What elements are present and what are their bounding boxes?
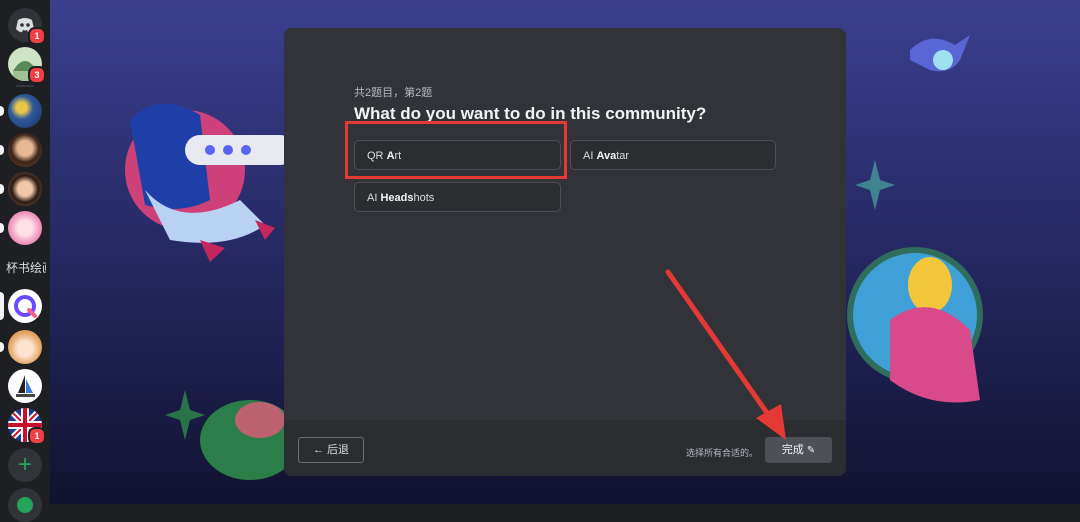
speech-bubble (185, 135, 295, 165)
option-qr-art[interactable]: QR Art (354, 140, 561, 170)
option-text-suffix: rt (394, 150, 402, 162)
explore-servers-button[interactable] (8, 488, 42, 522)
unread-pill (0, 106, 4, 116)
option-text-prefix: AI (367, 192, 381, 204)
option-text-suffix: tar (616, 150, 630, 162)
selection-hint: 选择所有合适的。 (686, 448, 759, 458)
server-icon-person-2[interactable] (0, 172, 42, 206)
unread-pill (0, 342, 4, 352)
server-text-label[interactable]: 杯书绘画 (6, 259, 46, 277)
option-text-bold: Heads (380, 192, 414, 204)
unread-pill (0, 184, 4, 194)
plus-icon: + (17, 451, 32, 478)
notification-badge: 3 (28, 66, 46, 84)
option-text-bold: Ava (596, 150, 617, 162)
option-ai-avatar[interactable]: AI Avatar (570, 140, 776, 170)
question-progress: 共2题目，第2题 (354, 87, 433, 99)
unread-pill (0, 145, 4, 155)
unread-pill (0, 223, 4, 233)
done-button[interactable]: 完成 ✎ (765, 437, 832, 463)
done-label: 完成 (781, 444, 804, 456)
server-icon-anime-girl[interactable] (0, 330, 42, 364)
server-icon-starry[interactable] (0, 94, 42, 128)
back-label: 后退 (327, 444, 350, 456)
yellow-creature (908, 257, 952, 313)
rail-divider (16, 85, 34, 87)
server-icon-sailboat[interactable] (8, 369, 42, 403)
sparkle-decoration (165, 390, 205, 440)
add-server-button[interactable]: + (8, 448, 42, 482)
server-icon-green[interactable]: 3 (8, 47, 46, 84)
server-icon-anime-pink[interactable] (0, 211, 42, 245)
compass-icon (17, 497, 33, 513)
server-icon-q-app[interactable] (0, 289, 42, 323)
sailboat-icon (16, 375, 35, 397)
onboarding-question-modal: 共2题目，第2题 What do you want to do in this … (284, 28, 846, 476)
modal-footer (284, 420, 846, 476)
server-icon-person-1[interactable] (0, 133, 42, 167)
character-shoe (200, 240, 225, 262)
discord-home-button[interactable]: 1 (8, 8, 46, 45)
option-text-prefix: AI (583, 150, 597, 162)
server-sidebar: 1 3 杯书绘画 (0, 0, 50, 522)
character-shoe (255, 220, 275, 240)
option-text-suffix: hots (413, 192, 435, 204)
option-text-bold: A (386, 150, 395, 162)
question-title: What do you want to do in this community… (354, 104, 707, 123)
arrow-left-icon: ← (312, 444, 324, 456)
server-icon-uk-flag[interactable]: 1 (8, 408, 46, 445)
option-text-prefix: QR (367, 150, 387, 162)
selected-pill (0, 292, 4, 320)
q-logo-icon (14, 295, 37, 318)
celebration-icon: ✎ (806, 445, 816, 456)
notification-badge: 1 (28, 427, 46, 445)
option-ai-headshots[interactable]: AI Headshots (354, 182, 561, 212)
sparkle-decoration (855, 160, 895, 210)
back-button[interactable]: ← 后退 (298, 437, 364, 463)
notification-badge: 1 (28, 27, 46, 45)
